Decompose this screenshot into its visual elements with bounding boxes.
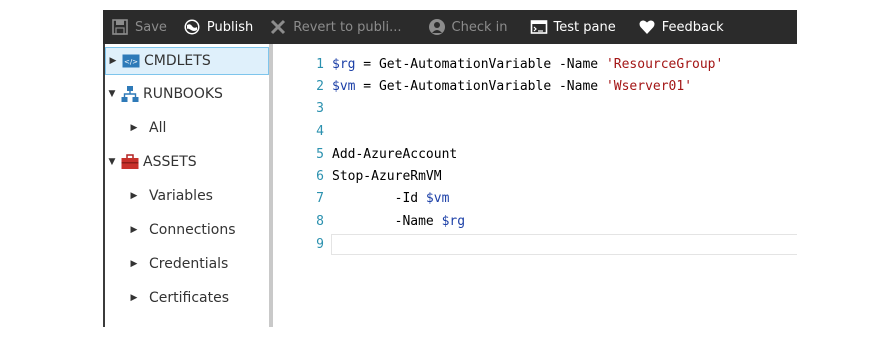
tree-label-assets: ASSETS xyxy=(143,154,197,170)
tree-label-cmdlets: CMDLETS xyxy=(144,53,211,69)
save-label: Save xyxy=(135,19,167,35)
code-text: Stop-AzureRmVM xyxy=(332,169,442,184)
expand-arrow-icon[interactable]: ▶ xyxy=(127,293,141,303)
tree-item-credentials[interactable]: ▶ Credentials xyxy=(127,250,229,278)
code-plain: = Get-AutomationVariable -Name xyxy=(355,57,606,72)
code-variable: $vm xyxy=(332,79,356,94)
code-line[interactable]: 5 Add-AzureAccount xyxy=(273,143,797,166)
runbook-editor-window: Save Publish Revert to publi... Check in… xyxy=(103,10,797,327)
code-string: 'Wserver01' xyxy=(605,79,693,94)
feedback-button[interactable]: Feedback xyxy=(630,10,732,44)
tree-item-certificates[interactable]: ▶ Certificates xyxy=(127,284,229,312)
code-line[interactable]: 8 -Name $rg xyxy=(273,210,797,233)
tree-label-runbooks: RUNBOOKS xyxy=(143,86,223,102)
tree-item-all[interactable]: ▶ All xyxy=(127,114,167,142)
floppy-disk-icon xyxy=(111,18,129,36)
line-number: 8 xyxy=(316,214,324,229)
tree-label-certificates: Certificates xyxy=(149,290,230,306)
tree-label-connections: Connections xyxy=(149,222,236,238)
expand-arrow-icon[interactable]: ▶ xyxy=(127,123,141,133)
tree-label-all: All xyxy=(149,120,167,136)
tree-label-credentials: Credentials xyxy=(149,256,229,272)
line-number: 7 xyxy=(316,191,324,206)
line-number: 4 xyxy=(316,124,324,139)
code-line[interactable]: 4 xyxy=(273,120,797,143)
code-variable: $rg xyxy=(332,57,356,72)
code-text: Add-AzureAccount xyxy=(332,147,458,162)
code-variable: $rg xyxy=(441,214,466,229)
line-number: 1 xyxy=(316,57,324,72)
line-number: 9 xyxy=(316,237,324,252)
revert-button[interactable]: Revert to publi... xyxy=(261,10,409,44)
tree-label-variables: Variables xyxy=(149,188,213,204)
tree-item-assets[interactable]: ▼ ASSETS xyxy=(105,148,197,176)
line-number: 2 xyxy=(316,79,324,94)
save-button[interactable]: Save xyxy=(103,10,175,44)
code-text: $rg = Get-AutomationVariable -Name 'Reso… xyxy=(332,57,723,72)
code-plain: = Get-AutomationVariable -Name xyxy=(355,79,606,94)
tree-item-cmdlets[interactable]: ▶ </> CMDLETS xyxy=(105,47,269,75)
sidebar-tree: ▶ </> CMDLETS ▼ RUNBOOKS ▶ All ▼ ASSETS xyxy=(103,44,273,327)
code-text: -Name $rg xyxy=(332,214,465,229)
line-number: 5 xyxy=(316,147,324,162)
test-pane-label: Test pane xyxy=(553,19,616,35)
globe-icon xyxy=(183,18,201,36)
person-icon xyxy=(428,18,446,36)
code-text: -Id $vm xyxy=(332,191,450,206)
feedback-label: Feedback xyxy=(661,19,724,35)
expand-arrow-icon[interactable]: ▶ xyxy=(127,225,141,235)
svg-text:</>: </> xyxy=(124,58,138,66)
checkin-label: Check in xyxy=(451,19,508,35)
tree-item-connections[interactable]: ▶ Connections xyxy=(127,216,236,244)
collapse-arrow-icon[interactable]: ▼ xyxy=(105,157,119,167)
code-variable: $vm xyxy=(425,191,450,206)
code-line[interactable]: 1 $rg = Get-AutomationVariable -Name 'Re… xyxy=(273,53,797,76)
code-plain: -Id xyxy=(332,191,426,206)
checkin-button[interactable]: Check in xyxy=(420,10,516,44)
code-line[interactable]: 3 xyxy=(273,97,797,120)
code-icon: </> xyxy=(122,52,140,70)
code-text: $vm = Get-AutomationVariable -Name 'Wser… xyxy=(332,79,692,94)
code-string: 'ResourceGroup' xyxy=(605,57,724,72)
code-line[interactable]: 2 $vm = Get-AutomationVariable -Name 'Ws… xyxy=(273,75,797,98)
line-number: 6 xyxy=(316,169,324,184)
current-line-highlight[interactable] xyxy=(331,234,797,255)
console-window-icon xyxy=(530,18,548,36)
code-line[interactable]: 6 Stop-AzureRmVM xyxy=(273,165,797,188)
code-editor[interactable]: 1 $rg = Get-AutomationVariable -Name 'Re… xyxy=(273,44,797,327)
line-number: 3 xyxy=(316,101,324,116)
tree-item-runbooks[interactable]: ▼ RUNBOOKS xyxy=(105,80,223,108)
test-pane-button[interactable]: Test pane xyxy=(522,10,624,44)
collapse-arrow-icon[interactable]: ▼ xyxy=(105,89,119,99)
expand-arrow-icon[interactable]: ▶ xyxy=(127,259,141,269)
code-plain: -Name xyxy=(332,214,442,229)
x-icon xyxy=(269,18,287,36)
code-line[interactable]: 7 -Id $vm xyxy=(273,187,797,210)
revert-label: Revert to publi... xyxy=(293,19,402,35)
toolbar: Save Publish Revert to publi... Check in… xyxy=(103,10,797,44)
tree-item-variables[interactable]: ▶ Variables xyxy=(127,182,213,210)
expand-arrow-icon[interactable]: ▶ xyxy=(127,191,141,201)
expand-arrow-icon[interactable]: ▶ xyxy=(106,56,120,66)
briefcase-icon xyxy=(121,153,139,171)
publish-label: Publish xyxy=(206,19,254,35)
publish-button[interactable]: Publish xyxy=(175,10,261,44)
heart-icon xyxy=(638,18,656,36)
hierarchy-icon xyxy=(121,85,139,103)
